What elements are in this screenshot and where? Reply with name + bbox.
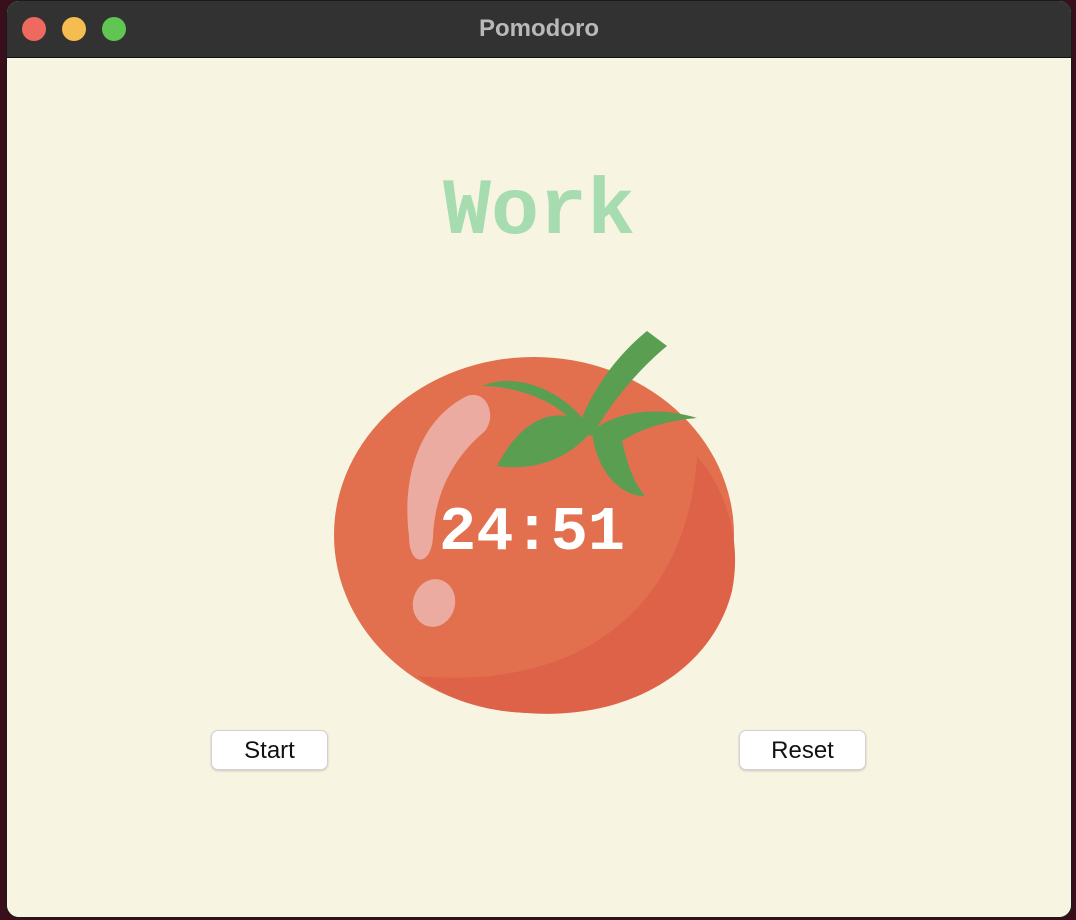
reset-button[interactable]: Reset: [739, 730, 866, 770]
main-content: Work 24:51 Start Reset: [7, 58, 1071, 917]
start-button[interactable]: Start: [211, 730, 328, 770]
window-title: Pomodoro: [479, 15, 599, 42]
app-window: Pomodoro Work 24:51 Start Reset: [7, 1, 1071, 917]
timer-display: 24:51: [438, 497, 626, 568]
mode-label: Work: [442, 167, 636, 258]
title-bar: Pomodoro: [7, 1, 1071, 58]
